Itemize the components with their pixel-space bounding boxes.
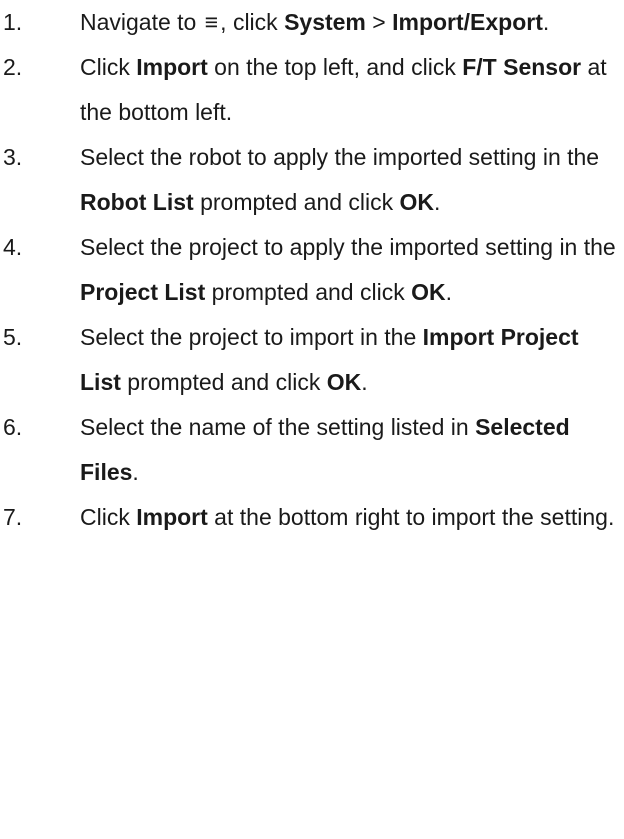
step-item: 6. Select the name of the setting listed … (0, 405, 624, 495)
step-text: Select the project to apply the imported… (80, 225, 624, 315)
step-item: 2. Click Import on the top left, and clic… (0, 45, 624, 135)
step-item: 4. Select the project to apply the import… (0, 225, 624, 315)
step-text: Select the name of the setting listed in… (80, 405, 624, 495)
step-text: Select the project to import in the Impo… (80, 315, 624, 405)
step-text: Select the robot to apply the imported s… (80, 135, 624, 225)
step-text-run: . (434, 189, 441, 215)
step-text-run: on the top left, and click (207, 54, 463, 80)
step-text-run: prompted and click (205, 279, 412, 305)
step-text: Click Import at the bottom right to impo… (80, 495, 624, 540)
step-number: 7. (3, 504, 23, 530)
step-text-run: Select the name of the setting listed in (80, 414, 476, 440)
step-item: 3. Select the robot to apply the imported… (0, 135, 624, 225)
step-text-run: . (132, 459, 139, 485)
step-text: Click Import on the top left, and click … (80, 45, 624, 135)
step-text-run: at the bottom right to import the settin… (207, 504, 615, 530)
step-text-run: . (542, 9, 550, 35)
step-item: 5. Select the project to import in the Im… (0, 315, 624, 405)
step-keyword: OK (399, 189, 435, 215)
step-text-run: . (361, 369, 368, 395)
step-keyword: Import/Export (392, 9, 543, 35)
step-keyword: F/T Sensor (462, 54, 582, 80)
step-number: 1. (3, 9, 23, 35)
step-text-run: Click (80, 54, 137, 80)
instruction-steps: 1. Navigate to ≡, click System > Import/E… (0, 0, 624, 540)
step-text-run: . (445, 279, 452, 305)
step-text-run: Click (80, 504, 137, 530)
step-text-run: Select the project to apply the imported… (80, 234, 616, 260)
step-keyword: Robot List (80, 189, 194, 215)
step-text-run: Navigate to (80, 9, 203, 35)
step-number: 4. (3, 234, 23, 260)
step-text-run: , click (220, 9, 285, 35)
step-number: 5. (3, 324, 23, 350)
step-keyword: OK (411, 279, 446, 305)
step-text-run: prompted and click (193, 189, 400, 215)
step-keyword: Import (136, 54, 208, 80)
menu-icon: ≡ (204, 9, 219, 35)
step-text-run: prompted and click (120, 369, 327, 395)
step-number: 6. (3, 414, 23, 440)
step-item: 7. Click Import at the bottom right to im… (0, 495, 624, 540)
step-keyword: OK (326, 369, 362, 395)
step-number: 3. (3, 144, 23, 170)
step-text-run: Select the project to import in the (80, 324, 423, 350)
step-item: 1. Navigate to ≡, click System > Import/E… (0, 0, 624, 45)
step-text-run: Select the robot to apply the imported s… (80, 144, 600, 170)
step-keyword: System (284, 9, 366, 35)
step-text-run: > (365, 9, 393, 35)
step-keyword: Import (136, 504, 208, 530)
step-number: 2. (3, 54, 23, 80)
step-text: Navigate to ≡, click System > Import/Exp… (80, 0, 624, 45)
step-keyword: Project List (80, 279, 206, 305)
